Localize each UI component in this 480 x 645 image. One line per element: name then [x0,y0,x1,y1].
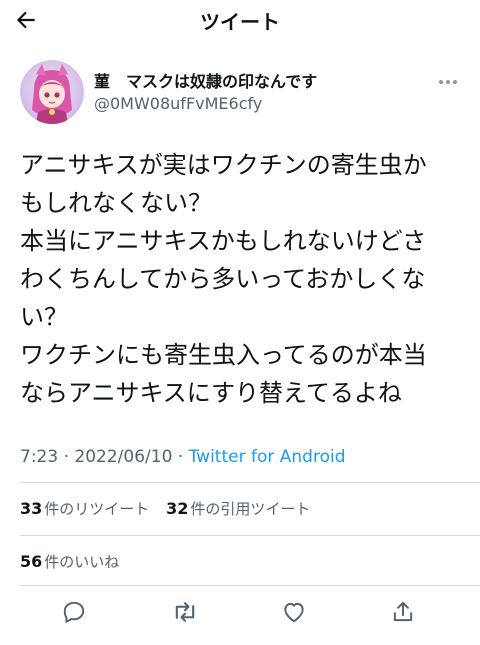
tweet-time[interactable]: 7:23 [20,447,58,467]
heart-icon [284,602,304,623]
quotes-count: 32 [166,499,189,518]
meta-separator: · [177,447,184,467]
page-title: ツイート [200,10,280,34]
like-button[interactable] [280,598,308,626]
divider [20,535,480,536]
reply-icon [63,601,85,623]
action-bar [0,590,480,630]
more-dots-icon [439,80,457,84]
retweet-icon [175,602,195,622]
likes-stat[interactable]: 56 件のいいね [20,552,120,571]
top-bar: ツイート [0,0,480,40]
tweet-meta: 7:23 · 2022/06/10 · Twitter for Android [20,447,346,467]
avatar[interactable] [20,60,84,124]
retweet-quote-stats: 33 件のリツイート 32 件の引用ツイート [20,498,322,519]
tweet-line: 本当にアニサキスかもしれないけどさ [20,227,427,255]
likes-count: 56 [20,552,43,571]
retweets-stat[interactable]: 33 件のリツイート [20,499,150,518]
tweet-line: ならアニサキスにすり替えてるよね [20,379,402,407]
user-handle[interactable]: @0MW08ufFvME6cfy [94,94,262,113]
tweet-line: もしれなくない？ [20,189,212,217]
tweet-date[interactable]: 2022/06/10 [74,447,172,467]
quotes-stat[interactable]: 32 件の引用ツイート [166,499,311,518]
meta-separator: · [63,447,69,467]
tweet-text: アニサキスが実はワクチンの寄生虫か もしれなくない？ 本当にアニサキスかもしれな… [20,146,460,412]
quotes-label: 件の引用ツイート [190,500,311,518]
more-options-button[interactable] [436,70,460,94]
divider [20,585,480,586]
divider [20,482,480,483]
share-icon [393,601,413,622]
retweet-button[interactable] [171,598,199,626]
tweet-line: アニサキスが実はワクチンの寄生虫か [20,151,427,179]
display-name[interactable]: 菫 マスクは奴隷の印なんです [94,68,317,92]
tweet-line: わくちんしてから多いっておかしくな [20,265,426,293]
tweet-line: ワクチンにも寄生虫入ってるのが本当 [20,341,427,369]
likes-stats: 56 件のいいね [20,551,131,572]
share-button[interactable] [389,598,417,626]
retweets-count: 33 [20,499,43,518]
retweets-label: 件のリツイート [44,500,150,518]
tweet-line: い？ [20,303,68,331]
tweet-source-link[interactable]: Twitter for Android [189,447,346,467]
reply-button[interactable] [60,598,88,626]
likes-label: 件のいいね [44,553,120,571]
